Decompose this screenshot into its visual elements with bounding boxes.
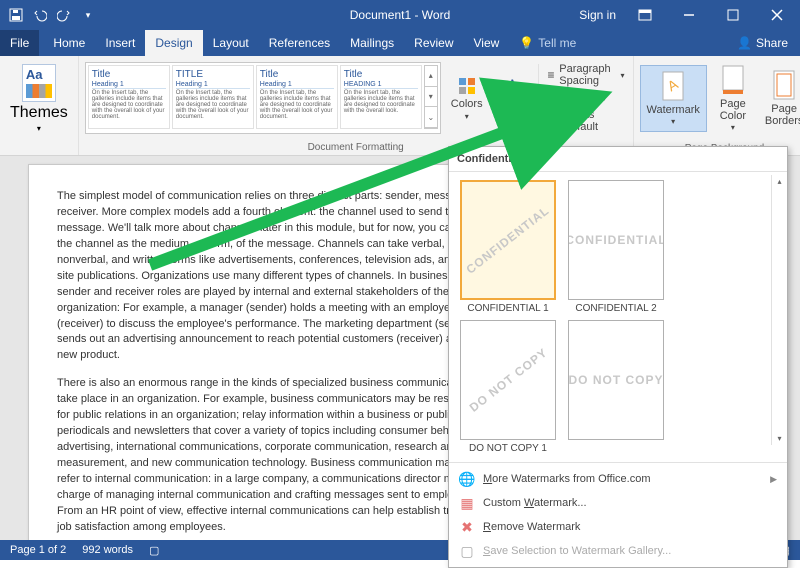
themes-icon	[22, 64, 56, 102]
gallery-scrollbar: ▴ ▾	[771, 175, 787, 445]
gallery-section-header: Confidential	[449, 147, 787, 172]
paragraph: There is also an enormous range in the k…	[57, 376, 499, 535]
title-bar: ▾ Document1 - Word Sign in	[0, 0, 800, 30]
colors-icon	[457, 76, 477, 96]
remove-icon: ✖	[459, 519, 475, 535]
tab-insert[interactable]: Insert	[95, 30, 145, 56]
effects-button[interactable]: ◑Effects▾	[545, 90, 627, 106]
tab-review[interactable]: Review	[404, 30, 463, 56]
watermark-option[interactable]: CONFIDENTIAL CONFIDENTIAL 2	[565, 180, 667, 314]
chevron-down-icon: ▾	[620, 71, 624, 80]
sign-in-link[interactable]: Sign in	[579, 8, 616, 22]
document-title: Document1 - Word	[350, 8, 450, 22]
close-button[interactable]	[762, 0, 792, 30]
custom-watermark-icon: ▦	[459, 495, 475, 511]
themes-button[interactable]: Themes ▾	[6, 60, 72, 137]
save-icon[interactable]	[8, 7, 24, 23]
share-icon: 👤	[737, 36, 752, 50]
save-selection-item: ▢Save Selection to Watermark Gallery...S…	[449, 539, 787, 563]
effects-stack: ≡Paragraph Spacing▾ ◑Effects▾ ✔Set as De…	[545, 62, 627, 134]
watermark-option[interactable]: CONFIDENTIAL CONFIDENTIAL 1	[457, 180, 559, 314]
tell-me[interactable]: 💡Tell me	[509, 30, 586, 56]
redo-icon[interactable]	[56, 7, 72, 23]
tab-design[interactable]: Design	[145, 30, 202, 56]
globe-icon: 🌐	[459, 471, 475, 487]
minimize-button[interactable]	[674, 0, 704, 30]
word-count[interactable]: 992 words	[82, 544, 133, 556]
chevron-down-icon: ▾	[602, 94, 606, 103]
chevron-down-icon: ▾	[731, 124, 735, 133]
paragraph: The simplest model of communication reli…	[57, 189, 499, 364]
chevron-down-icon: ▾	[510, 112, 514, 121]
share-button[interactable]: 👤Share	[725, 30, 800, 56]
maximize-button[interactable]	[718, 0, 748, 30]
tab-mailings[interactable]: Mailings	[340, 30, 404, 56]
qat-customize-icon[interactable]: ▾	[80, 7, 96, 23]
ribbon-tabs: File Home Insert Design Layout Reference…	[0, 30, 800, 56]
checkmark-icon: ✔	[547, 114, 559, 128]
set-as-default-button[interactable]: ✔Set as Default	[545, 108, 627, 134]
page-background-group: A Watermark▾ Page Color▾ Page Borders Pa…	[634, 56, 800, 155]
page-color-icon	[717, 64, 749, 96]
tab-view[interactable]: View	[464, 30, 510, 56]
colors-button[interactable]: Colors▾	[445, 72, 489, 125]
undo-icon[interactable]	[32, 7, 48, 23]
tab-home[interactable]: Home	[43, 30, 95, 56]
gallery-expand-icon[interactable]: ⌄	[425, 107, 437, 128]
page-indicator[interactable]: Page 1 of 2	[10, 544, 66, 556]
style-card[interactable]: TITLEHeading 1On the Insert tab, the gal…	[172, 65, 254, 129]
spellcheck-icon[interactable]: ▢	[149, 544, 159, 557]
gallery-scroll: ▴▾⌄	[424, 65, 438, 129]
page-color-button[interactable]: Page Color▾	[711, 60, 755, 137]
chevron-down-icon: ▾	[37, 124, 41, 133]
paragraph-spacing-button[interactable]: ≡Paragraph Spacing▾	[545, 62, 627, 88]
style-card[interactable]: TitleHEADING 1On the Insert tab, the gal…	[340, 65, 422, 129]
more-watermarks-item[interactable]: 🌐MMore Watermarks from Office.comore Wat…	[449, 467, 787, 491]
watermark-option[interactable]: DO NOT COPY DO NOT COPY 2	[565, 320, 667, 454]
style-card[interactable]: TitleHeading 1On the Insert tab, the gal…	[256, 65, 338, 129]
custom-watermark-item[interactable]: ▦Custom Watermark...Custom Watermark...	[449, 491, 787, 515]
watermark-button[interactable]: A Watermark▾	[640, 65, 707, 132]
effects-icon: ◑	[547, 91, 561, 105]
style-card[interactable]: TitleHeading 1On the Insert tab, the gal…	[88, 65, 170, 129]
save-gallery-icon: ▢	[459, 543, 475, 559]
remove-watermark-item[interactable]: ✖Remove WatermarkRemove Watermark	[449, 515, 787, 539]
watermark-option[interactable]: DO NOT COPY DO NOT COPY 1	[457, 320, 559, 454]
fonts-icon: A	[502, 76, 522, 96]
tab-references[interactable]: References	[259, 30, 340, 56]
tab-layout[interactable]: Layout	[203, 30, 259, 56]
scroll-up-icon[interactable]: ▴	[425, 66, 437, 87]
themes-group: Themes ▾	[0, 56, 79, 155]
ribbon-display-icon[interactable]	[630, 0, 660, 30]
watermark-icon: A	[657, 70, 689, 102]
quick-access-toolbar: ▾	[0, 7, 104, 23]
watermark-menu: 🌐MMore Watermarks from Office.comore Wat…	[449, 462, 787, 567]
scroll-down-icon[interactable]: ▾	[425, 87, 437, 108]
chevron-down-icon: ▾	[465, 112, 469, 121]
paragraph-spacing-icon: ≡	[547, 68, 556, 82]
ribbon: Themes ▾ TitleHeading 1On the Insert tab…	[0, 56, 800, 156]
page-borders-icon	[768, 69, 800, 101]
tab-file[interactable]: File	[0, 30, 39, 56]
scroll-up-icon[interactable]: ▴	[772, 177, 787, 186]
style-gallery[interactable]: TitleHeading 1On the Insert tab, the gal…	[85, 62, 441, 134]
fonts-button[interactable]: AFonts▾	[493, 72, 533, 125]
bulb-icon: 💡	[519, 36, 534, 50]
scroll-down-icon[interactable]: ▾	[772, 434, 787, 443]
page-borders-button[interactable]: Page Borders	[759, 65, 800, 131]
chevron-down-icon: ▾	[671, 118, 675, 127]
document-formatting-group: TitleHeading 1On the Insert tab, the gal…	[79, 56, 634, 155]
submenu-arrow-icon: ▶	[770, 474, 777, 485]
watermark-gallery-panel: Confidential ▴ ▾ CONFIDENTIAL CONFIDENTI…	[448, 146, 788, 568]
